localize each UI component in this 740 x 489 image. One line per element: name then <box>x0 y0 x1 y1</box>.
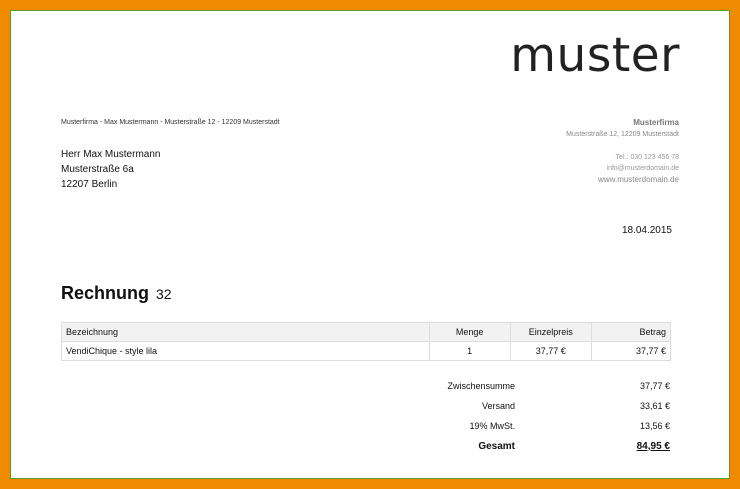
company-email: info@musterdomain.de <box>606 165 679 172</box>
subtotal-label: Zwischensumme <box>447 381 515 391</box>
column-header-quantity: Menge <box>428 322 511 342</box>
column-header-unit-price: Einzelpreis <box>509 322 592 342</box>
invoice-date: 18.04.2015 <box>621 225 672 236</box>
company-street: Musterstraße 12, 12209 Musterstadt <box>566 131 679 138</box>
table-header-row: Bezeichnung Menge Einzelpreis Betrag <box>61 322 672 342</box>
item-quantity: 1 <box>428 341 511 361</box>
recipient-street: Musterstraße 6a <box>61 164 134 175</box>
shipping-label: Versand <box>481 401 515 411</box>
company-name: Musterfirma <box>633 118 679 127</box>
recipient-city: 12207 Berlin <box>61 179 118 190</box>
tax-value: 13,56 € <box>639 421 670 431</box>
company-website: www.musterdomain.de <box>598 175 679 184</box>
company-phone: Tel.: 030 123 456 78 <box>615 154 679 161</box>
totals-block: Zwischensumme 37,77 € Versand 33,61 € 19… <box>380 381 670 461</box>
grand-total-label: Gesamt <box>478 441 515 452</box>
line-items-table: Bezeichnung Menge Einzelpreis Betrag Ven… <box>61 322 672 361</box>
column-header-description: Bezeichnung <box>61 322 430 342</box>
invoice-heading: Rechnung 32 <box>61 283 172 304</box>
invoice-title: Rechnung <box>61 283 149 303</box>
recipient-address: Herr Max Mustermann Musterstraße 6a 1220… <box>61 147 160 192</box>
tax-label: 19% MwSt. <box>469 421 515 431</box>
column-header-amount: Betrag <box>590 322 672 342</box>
grand-total-row: Gesamt 84,95 € <box>380 441 670 461</box>
item-unit-price: 37,77 € <box>509 341 592 361</box>
shipping-row: Versand 33,61 € <box>380 401 670 421</box>
tax-row: 19% MwSt. 13,56 € <box>380 421 670 441</box>
table-row: VendiChique - style lila 1 37,77 € 37,77… <box>61 341 672 361</box>
shipping-value: 33,61 € <box>639 401 670 411</box>
sender-address-line: Musterfirma - Max Mustermann - Musterstr… <box>61 119 280 126</box>
recipient-name: Herr Max Mustermann <box>61 149 161 160</box>
company-logo: muster <box>510 28 680 83</box>
subtotal-value: 37,77 € <box>639 381 670 391</box>
item-description: VendiChique - style lila <box>61 341 430 361</box>
invoice-number: 32 <box>156 286 172 302</box>
subtotal-row: Zwischensumme 37,77 € <box>380 381 670 401</box>
grand-total-value: 84,95 € <box>636 441 670 452</box>
item-amount: 37,77 € <box>590 341 672 361</box>
